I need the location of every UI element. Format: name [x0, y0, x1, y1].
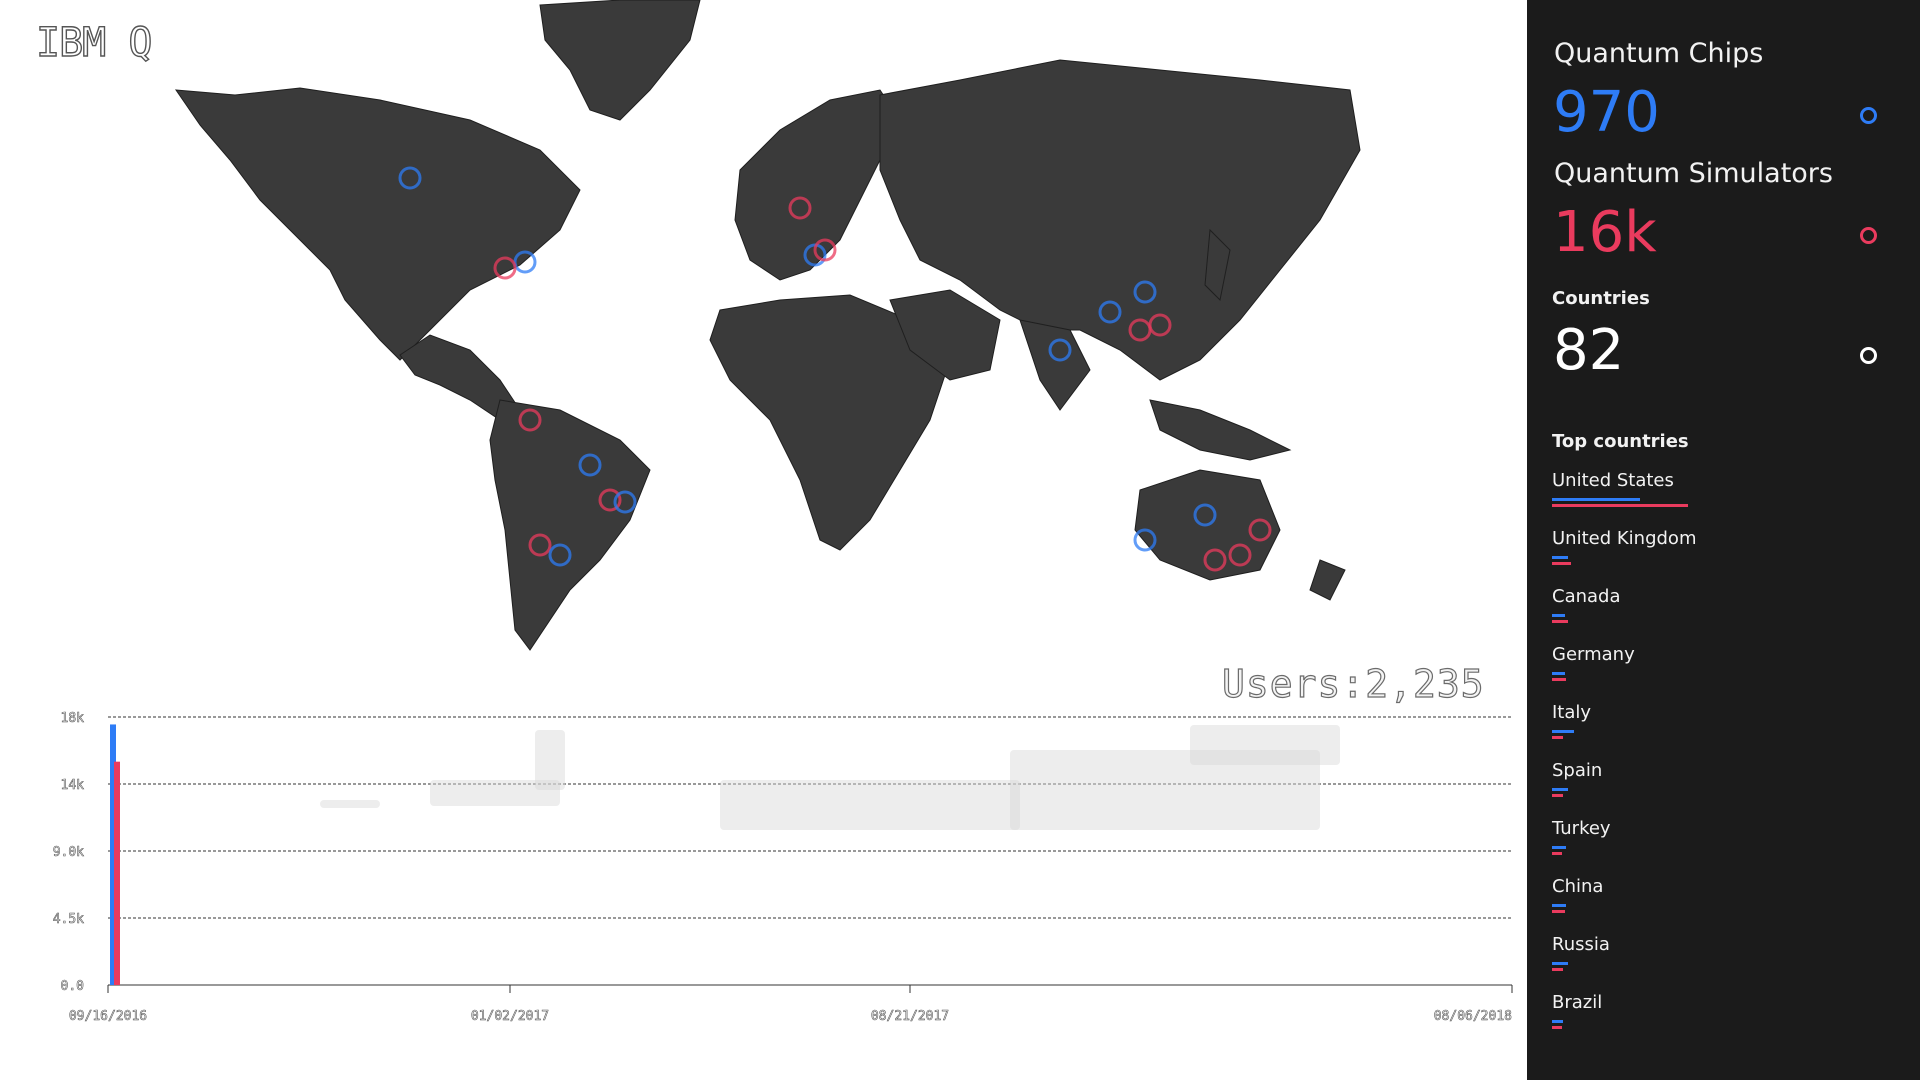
quantum-simulators-value: 16k	[1553, 200, 1657, 265]
country-simulators-bar	[1552, 852, 1562, 855]
country-simulators-bar	[1552, 794, 1563, 797]
country-simulators-bar	[1552, 736, 1563, 739]
country-chips-bar	[1552, 962, 1568, 965]
country-simulators-bar	[1552, 910, 1565, 913]
world-map[interactable]	[0, 0, 1527, 660]
quantum-simulators-label: Quantum Simulators	[1554, 158, 1833, 189]
country-simulators-bar	[1552, 678, 1566, 681]
country-chips-bar	[1552, 672, 1565, 675]
activity-chart[interactable]: 0.0 4.5k 9.0k 14k 18k 09/16/2016 01/02/2017 08…	[0, 700, 1527, 1040]
india-landmass	[1019, 319, 1091, 411]
y-tick-label: 4.5k	[53, 912, 84, 927]
chart-bar	[114, 761, 120, 985]
main-area: IBM Q Users:2,235 0.0 4.5k 9.0k 14k 18k 09/1…	[0, 0, 1527, 1080]
ghost-area-blob	[535, 730, 565, 790]
land-masses	[174, 0, 1361, 651]
country-simulators-bar	[1552, 504, 1688, 507]
countries-indicator-dot	[1860, 347, 1877, 364]
ghost-area-blob	[1190, 725, 1340, 765]
top-country-name[interactable]: Russia	[1552, 934, 1610, 955]
top-country-name[interactable]: United Kingdom	[1552, 528, 1696, 549]
top-country-name[interactable]: Spain	[1552, 760, 1602, 781]
chart-bars	[110, 724, 120, 985]
country-chips-bar	[1552, 904, 1566, 907]
x-tick-label: 09/16/2016	[69, 1009, 147, 1024]
chips-indicator-dot	[1860, 107, 1877, 124]
north-america-landmass	[174, 87, 581, 361]
country-chips-bar	[1552, 788, 1568, 791]
simulators-indicator-dot	[1860, 227, 1877, 244]
se-asia-islands-landmass	[1149, 399, 1292, 461]
x-tick-label: 08/06/2018	[1434, 1009, 1512, 1024]
x-tick-label: 08/21/2017	[871, 1009, 949, 1024]
quantum-chips-label: Quantum Chips	[1554, 38, 1764, 69]
country-chips-bar	[1552, 730, 1574, 733]
country-chips-bar	[1552, 498, 1640, 501]
top-country-name[interactable]: Germany	[1552, 644, 1635, 665]
europe-landmass	[734, 89, 901, 281]
top-countries-label: Top countries	[1552, 431, 1689, 452]
top-country-name[interactable]: Italy	[1552, 702, 1591, 723]
x-tick-label: 01/02/2017	[471, 1009, 549, 1024]
country-chips-bar	[1552, 614, 1565, 617]
country-chips-bar	[1552, 846, 1566, 849]
top-country-name[interactable]: United States	[1552, 470, 1674, 491]
quantum-chips-value: 970	[1553, 80, 1660, 145]
country-chips-bar	[1552, 1020, 1563, 1023]
country-simulators-bar	[1552, 968, 1563, 971]
y-tick-label: 14k	[61, 778, 85, 793]
top-country-name[interactable]: China	[1552, 876, 1603, 897]
top-country-name[interactable]: Brazil	[1552, 992, 1602, 1013]
countries-label: Countries	[1552, 288, 1650, 309]
new-zealand-landmass	[1309, 559, 1346, 601]
country-simulators-bar	[1552, 620, 1568, 623]
ghost-area-blob	[320, 800, 380, 808]
greenland-landmass	[539, 0, 701, 121]
country-chips-bar	[1552, 556, 1568, 559]
country-simulators-bar	[1552, 562, 1571, 565]
top-country-name[interactable]: Turkey	[1552, 818, 1611, 839]
top-country-name[interactable]: Canada	[1552, 586, 1621, 607]
south-america-landmass	[489, 399, 651, 651]
y-tick-label: 9.0k	[53, 845, 84, 860]
chart-ghost-area	[320, 725, 1340, 830]
countries-value: 82	[1553, 318, 1625, 383]
y-tick-label: 0.0	[61, 979, 84, 994]
stats-sidebar: Quantum Chips 970 Quantum Simulators 16k…	[1527, 0, 1920, 1080]
ibm-q-logo: IBM Q	[35, 19, 153, 66]
y-tick-label: 18k	[61, 711, 85, 726]
chart-y-ticks: 0.0 4.5k 9.0k 14k 18k	[52, 711, 85, 995]
ghost-area-blob	[720, 780, 1020, 830]
country-simulators-bar	[1552, 1026, 1562, 1029]
chart-x-ticks: 09/16/2016 01/02/2017 08/21/2017 08/06/2018	[69, 985, 1513, 1024]
